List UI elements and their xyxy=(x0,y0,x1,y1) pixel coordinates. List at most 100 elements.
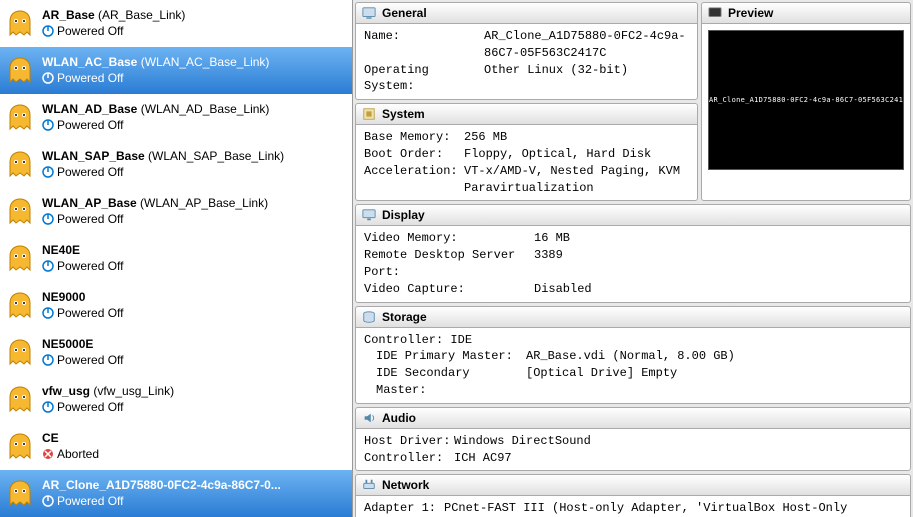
vm-icon xyxy=(4,478,36,510)
vm-status: Powered Off xyxy=(57,353,123,369)
vm-status: Powered Off xyxy=(57,24,123,40)
storage-controller: Controller: IDE xyxy=(364,332,902,349)
vm-icon xyxy=(4,337,36,369)
system-title: System xyxy=(382,107,425,121)
vm-name: AR_Clone_A1D75880-0FC2-4c9a-86C7-0... xyxy=(42,478,281,492)
network-title: Network xyxy=(382,478,429,492)
system-mem-label: Base Memory: xyxy=(364,129,464,146)
general-os-value: Other Linux (32-bit) xyxy=(484,62,689,96)
vm-status: Powered Off xyxy=(57,118,123,134)
system-boot-label: Boot Order: xyxy=(364,146,464,163)
vm-list-sidebar: AR_Base (AR_Base_Link) Powered Off WLAN_… xyxy=(0,0,353,517)
system-section: System Base Memory:256 MB Boot Order:Flo… xyxy=(355,103,698,201)
vm-icon xyxy=(4,384,36,416)
storage-sec-label: IDE Secondary Master: xyxy=(376,365,526,399)
general-title: General xyxy=(382,6,427,20)
vm-link: (WLAN_AP_Base_Link) xyxy=(140,196,268,210)
system-accel-label: Acceleration: xyxy=(364,163,464,197)
vm-icon xyxy=(4,431,36,463)
vm-status: Powered Off xyxy=(57,259,123,275)
display-title: Display xyxy=(382,208,425,222)
general-name-label: Name: xyxy=(364,28,484,62)
vm-name: WLAN_AP_Base xyxy=(42,196,137,210)
vm-link: (vfw_usg_Link) xyxy=(93,384,174,398)
display-rdp-label: Remote Desktop Server Port: xyxy=(364,247,534,281)
audio-title: Audio xyxy=(382,411,416,425)
network-icon xyxy=(362,478,376,492)
network-header[interactable]: Network xyxy=(356,475,910,496)
power-icon xyxy=(42,213,54,225)
power-icon xyxy=(42,166,54,178)
display-vmem-label: Video Memory: xyxy=(364,230,534,247)
preview-icon xyxy=(708,6,722,20)
vm-list-item[interactable]: NE9000 Powered Off xyxy=(0,282,352,329)
vm-icon xyxy=(4,149,36,181)
display-section: Display Video Memory:16 MB Remote Deskto… xyxy=(355,204,911,302)
network-section: Network Adapter 1:PCnet-FAST III (Host-o… xyxy=(355,474,911,517)
vm-link: (WLAN_SAP_Base_Link) xyxy=(148,149,284,163)
power-icon xyxy=(42,448,54,460)
vm-list-item[interactable]: WLAN_AC_Base (WLAN_AC_Base_Link) Powered… xyxy=(0,47,352,94)
general-header[interactable]: General xyxy=(356,3,697,24)
vm-list-item[interactable]: AR_Clone_A1D75880-0FC2-4c9a-86C7-0... Po… xyxy=(0,470,352,517)
preview-title: Preview xyxy=(728,6,773,20)
vm-icon xyxy=(4,102,36,134)
vm-list-item[interactable]: CE Aborted xyxy=(0,423,352,470)
vm-icon xyxy=(4,55,36,87)
network-adapter-label: Adapter 1: xyxy=(364,500,444,517)
vm-icon xyxy=(4,290,36,322)
power-icon xyxy=(42,307,54,319)
vm-name: NE9000 xyxy=(42,290,85,304)
audio-header[interactable]: Audio xyxy=(356,408,910,429)
preview-section: Preview AR_Clone_A1D75880-0FC2-4c9a-86C7… xyxy=(701,2,911,201)
storage-section: Storage Controller: IDE IDE Primary Mast… xyxy=(355,306,911,404)
vm-name: WLAN_AC_Base xyxy=(42,55,137,69)
general-section: General Name:AR_Clone_A1D75880-0FC2-4c9a… xyxy=(355,2,698,100)
system-header[interactable]: System xyxy=(356,104,697,125)
vm-status: Powered Off xyxy=(57,71,123,87)
vm-name: AR_Base xyxy=(42,8,95,22)
vm-list-item[interactable]: AR_Base (AR_Base_Link) Powered Off xyxy=(0,0,352,47)
vm-list-item[interactable]: WLAN_SAP_Base (WLAN_SAP_Base_Link) Power… xyxy=(0,141,352,188)
display-vmem-value: 16 MB xyxy=(534,230,902,247)
storage-header[interactable]: Storage xyxy=(356,307,910,328)
vm-list-item[interactable]: NE40E Powered Off xyxy=(0,235,352,282)
audio-icon xyxy=(362,411,376,425)
display-icon xyxy=(362,208,376,222)
power-icon xyxy=(42,260,54,272)
vm-name: NE5000E xyxy=(42,337,93,351)
storage-pri-value: AR_Base.vdi (Normal, 8.00 GB) xyxy=(526,348,902,365)
preview-header[interactable]: Preview xyxy=(702,3,910,24)
storage-sec-value: [Optical Drive] Empty xyxy=(526,365,902,399)
preview-screen[interactable]: AR_Clone_A1D75880-0FC2-4c9a-86C7-05F563C… xyxy=(708,30,904,170)
power-icon xyxy=(42,354,54,366)
vm-list-item[interactable]: vfw_usg (vfw_usg_Link) Powered Off xyxy=(0,376,352,423)
power-icon xyxy=(42,25,54,37)
audio-drv-label: Host Driver: xyxy=(364,433,454,450)
audio-ctrl-label: Controller: xyxy=(364,450,454,467)
vm-list-item[interactable]: WLAN_AP_Base (WLAN_AP_Base_Link) Powered… xyxy=(0,188,352,235)
network-adapter-value: PCnet-FAST III (Host-only Adapter, 'Virt… xyxy=(444,500,902,517)
vm-name: WLAN_SAP_Base xyxy=(42,149,145,163)
system-boot-value: Floppy, Optical, Hard Disk xyxy=(464,146,689,163)
vm-icon xyxy=(4,8,36,40)
display-vcap-label: Video Capture: xyxy=(364,281,534,298)
vm-link: (WLAN_AD_Base_Link) xyxy=(141,102,270,116)
vm-status: Aborted xyxy=(57,447,99,463)
system-accel-value: VT-x/AMD-V, Nested Paging, KVM Paravirtu… xyxy=(464,163,689,197)
audio-ctrl-value: ICH AC97 xyxy=(454,450,902,467)
vm-list-item[interactable]: WLAN_AD_Base (WLAN_AD_Base_Link) Powered… xyxy=(0,94,352,141)
audio-drv-value: Windows DirectSound xyxy=(454,433,902,450)
vm-status: Powered Off xyxy=(57,400,123,416)
vm-status: Powered Off xyxy=(57,494,123,510)
vm-icon xyxy=(4,196,36,228)
general-name-value: AR_Clone_A1D75880-0FC2-4c9a-86C7-05F563C… xyxy=(484,28,689,62)
system-icon xyxy=(362,107,376,121)
display-rdp-value: 3389 xyxy=(534,247,902,281)
storage-icon xyxy=(362,310,376,324)
general-os-label: Operating System: xyxy=(364,62,484,96)
vm-name: WLAN_AD_Base xyxy=(42,102,137,116)
vm-name: vfw_usg xyxy=(42,384,90,398)
display-header[interactable]: Display xyxy=(356,205,910,226)
vm-list-item[interactable]: NE5000E Powered Off xyxy=(0,329,352,376)
